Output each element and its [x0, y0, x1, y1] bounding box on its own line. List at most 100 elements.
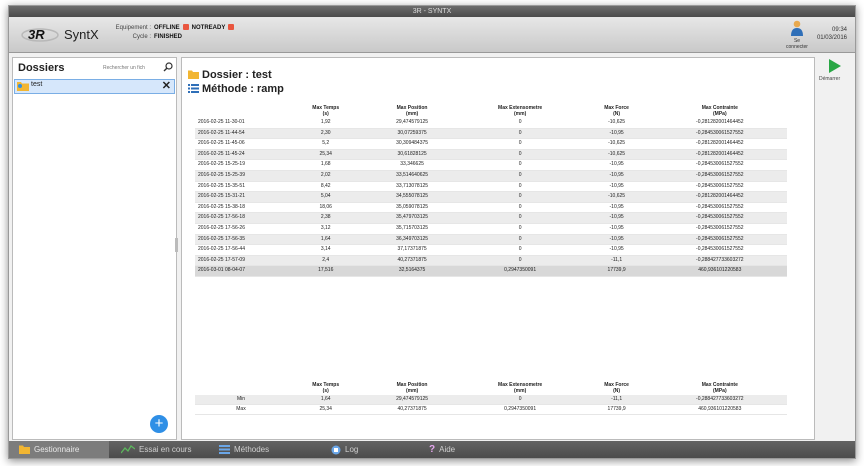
cell-max-position: 35,059078125 — [364, 202, 460, 214]
cell-max-contrainte: -0,284530061527552 — [652, 223, 787, 235]
cell-max-temps: 1,64 — [287, 234, 365, 246]
cell-max-contrainte: 460,936101220583 — [652, 265, 787, 277]
stat-cell-max-position: 29,474579125 — [364, 395, 460, 405]
cell-max-position: 32,5164375 — [364, 265, 460, 277]
cell-date: 2016-03-01 08-04-07 — [195, 265, 287, 277]
play-icon[interactable] — [829, 59, 841, 73]
cell-max-extensometre: 0 — [459, 202, 581, 214]
table-row[interactable]: 2016-02-25 11-30-01 1,92 29,474579125 0 -10,… — [195, 118, 787, 129]
column-header-max-extensometre: Max Extensometre (mm) — [459, 381, 581, 395]
table-row[interactable]: 2016-02-25 15-25-19 1,68 33,346625 0 -10,95-… — [195, 159, 787, 171]
tab-aide[interactable]: ? Aide — [429, 441, 455, 458]
table-row[interactable]: 2016-02-25 11-44-54 2,30 30,07259375 0 -10,9… — [195, 128, 787, 140]
cell-max-extensometre: 0 — [459, 255, 581, 267]
column-header-max-force: Max Force (N) — [580, 381, 653, 395]
table-row[interactable]: 2016-02-25 15-35-51 8,42 33,713078125 0 -10,… — [195, 181, 787, 193]
cell-max-contrainte: -0,284530061527552 — [652, 202, 787, 214]
cell-max-extensometre: 0 — [459, 159, 581, 171]
cell-date: 2016-02-25 11-45-06 — [195, 138, 287, 150]
cell-max-force: -10,95 — [580, 244, 653, 256]
login-button[interactable]: Se connecter — [783, 20, 811, 50]
user-icon — [791, 20, 803, 36]
table-row[interactable]: 2016-02-25 17-57-09 2,4 40,27371875 0 -11,1-… — [195, 255, 787, 267]
cell-max-position: 37,17371875 — [364, 244, 460, 256]
tab-essai-en-cours[interactable]: Essai en cours — [121, 441, 191, 458]
bottom-tabbar: Gestionnaire Essai en cours Méthodes Log… — [9, 441, 855, 458]
cell-max-temps: 3,14 — [287, 244, 365, 256]
table-row[interactable]: 2016-02-25 15-25-39 2,02 33,514640625 0 -10,… — [195, 170, 787, 182]
table-row[interactable]: 2016-02-25 17-56-44 3,14 37,17371875 0 -10,9… — [195, 244, 787, 256]
dossier-title: Dossier : test — [202, 69, 272, 81]
cell-max-position: 33,713078125 — [364, 181, 460, 193]
svg-text:3R: 3R — [28, 27, 45, 42]
app-name: SyntX — [64, 27, 99, 42]
cell-max-temps: 25,34 — [287, 149, 365, 161]
table-row[interactable]: 2016-02-25 11-45-06 5,2 30,309484375 0 -10,6… — [195, 138, 787, 150]
cell-max-force: -10,625 — [580, 118, 653, 129]
search-input[interactable]: Rechercher un fich — [103, 65, 145, 71]
table-row[interactable]: 2016-02-25 15-38-18 18,06 35,059078125 0 -10… — [195, 202, 787, 214]
stat-cell-max-force: -11,1 — [580, 395, 653, 405]
cell-max-temps: 2,30 — [287, 128, 365, 140]
column-header-max-extensometre: Max Extensometre (mm) — [459, 104, 581, 118]
list-icon — [219, 445, 230, 455]
stats-row: Min 1,64 29,474579125 0 -11,1 -0,288427733603… — [195, 395, 787, 405]
cell-max-force: -10,95 — [580, 223, 653, 235]
cell-max-contrainte: -0,281282001464452 — [652, 191, 787, 203]
cell-max-extensometre: 0 — [459, 128, 581, 140]
cell-date: 2016-02-25 11-45-24 — [195, 149, 287, 161]
cell-max-contrainte: -0,288427733603272 — [652, 255, 787, 267]
chart-line-icon — [121, 445, 135, 454]
logo-3r: 3R — [21, 27, 59, 42]
ready-value: NOTREADY — [191, 25, 226, 31]
tab-gestionnaire[interactable]: Gestionnaire — [9, 441, 109, 458]
stat-cell-max-temps: 25,34 — [287, 404, 365, 415]
cell-date: 2016-02-25 15-25-39 — [195, 170, 287, 182]
delete-folder-icon[interactable]: ✕ — [162, 79, 171, 92]
cell-max-force: -10,625 — [580, 191, 653, 203]
table-row[interactable]: 2016-02-25 17-56-35 1,64 36,349703125 0 -10,… — [195, 234, 787, 246]
cell-max-temps: 8,42 — [287, 181, 365, 193]
clock-date: 01/03/2016 — [816, 35, 847, 41]
cell-max-extensometre: 0,2947350091 — [459, 265, 581, 277]
methode-heading: Méthode : ramp — [188, 83, 284, 95]
cell-max-position: 33,514640625 — [364, 170, 460, 182]
table-row[interactable]: 2016-02-25 17-56-26 3,12 35,715703125 0 -10,… — [195, 223, 787, 235]
folder-name: test — [31, 81, 43, 88]
stat-cell-max-force: 17739,9 — [580, 404, 653, 415]
folder-item-test[interactable]: test ✕ — [14, 79, 175, 94]
column-header-max-contrainte: Max Contrainte (MPa) — [652, 381, 787, 395]
cell-max-extensometre: 0 — [459, 191, 581, 203]
cell-max-force: -10,95 — [580, 159, 653, 171]
cell-max-contrainte: -0,281282001464452 — [652, 118, 787, 129]
cell-max-contrainte: -0,284530061527552 — [652, 170, 787, 182]
cell-max-force: -10,625 — [580, 138, 653, 150]
action-panel: Démarrer — [817, 57, 853, 438]
table-row[interactable]: 2016-02-25 17-56-18 2,38 35,479703125 0 -10,… — [195, 212, 787, 224]
results-panel: Dossier : test Méthode : ramp Max Temps … — [181, 57, 815, 440]
cell-max-position: 35,479703125 — [364, 212, 460, 224]
cell-max-extensometre: 0 — [459, 118, 581, 129]
start-label[interactable]: Démarrer — [819, 76, 840, 82]
cell-max-extensometre: 0 — [459, 234, 581, 246]
cell-max-force: -10,95 — [580, 212, 653, 224]
table-row[interactable]: 2016-03-01 08-04-07 17,516 32,5164375 0,294… — [195, 265, 787, 277]
cell-date: 2016-02-25 17-56-18 — [195, 212, 287, 224]
table-row[interactable]: 2016-02-25 15-31-21 5,04 34,555078125 0 -10,… — [195, 191, 787, 203]
stat-cell-max-extensometre: 0 — [459, 395, 581, 405]
splitter-handle[interactable] — [175, 238, 178, 252]
add-folder-button[interactable]: + — [150, 415, 168, 433]
table-row[interactable]: 2016-02-25 11-45-24 25,34 30,61828125 0 -10,… — [195, 149, 787, 161]
tab-label: Essai en cours — [139, 445, 192, 454]
search-icon[interactable] — [163, 62, 173, 72]
cell-max-force: 17739,9 — [580, 265, 653, 277]
tab-log[interactable]: Log — [331, 441, 358, 458]
stats-body: Min 1,64 29,474579125 0 -11,1 -0,288427733603… — [195, 395, 787, 415]
table-header: Max Temps (s) Max Position (mm) Max Extens… — [195, 104, 787, 118]
dossier-heading: Dossier : test — [188, 69, 272, 81]
equipment-value: OFFLINE — [154, 25, 180, 31]
tab-methodes[interactable]: Méthodes — [219, 441, 269, 458]
cell-max-position: 40,27371875 — [364, 255, 460, 267]
clock: 09:34 01/03/2016 — [817, 26, 847, 42]
cell-max-position: 30,61828125 — [364, 149, 460, 161]
